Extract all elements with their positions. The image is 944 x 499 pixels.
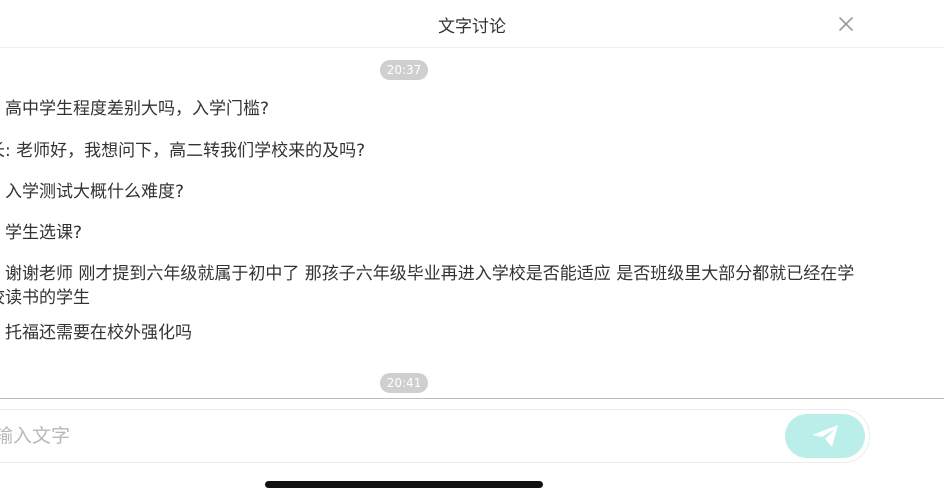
- paper-plane-icon: [812, 425, 838, 447]
- home-indicator: [265, 481, 543, 488]
- message-composer: [0, 409, 870, 463]
- chat-screen: 文字讨论 20:37 、高中学生程度差别大吗，入学门槛? 长: 老师好，我想问下…: [0, 0, 944, 499]
- message-list[interactable]: 20:37 、高中学生程度差别大吗，入学门槛? 长: 老师好，我想问下，高二转我…: [0, 48, 944, 398]
- close-button[interactable]: [834, 12, 858, 36]
- page-title: 文字讨论: [438, 17, 506, 37]
- send-button[interactable]: [785, 414, 865, 458]
- timestamp-badge: 20:41: [380, 373, 428, 393]
- message-input[interactable]: [0, 410, 755, 462]
- message-item: 、高中学生程度差别大吗，入学门槛?: [0, 99, 270, 119]
- input-divider: [0, 398, 944, 399]
- message-item: 、学生选课?: [0, 223, 83, 243]
- close-icon: [839, 17, 853, 31]
- message-item: 、托福还需要在校外强化吗: [0, 323, 192, 343]
- header: 文字讨论: [0, 0, 944, 48]
- message-item: 、入学测试大概什么难度?: [0, 182, 185, 202]
- timestamp-badge: 20:37: [380, 60, 428, 80]
- message-item: 、谢谢老师 刚才提到六年级就属于初中了 那孩子六年级毕业再进入学校是否能适应 是…: [0, 264, 855, 308]
- message-item: 长: 老师好，我想问下，高二转我们学校来的及吗?: [0, 141, 366, 161]
